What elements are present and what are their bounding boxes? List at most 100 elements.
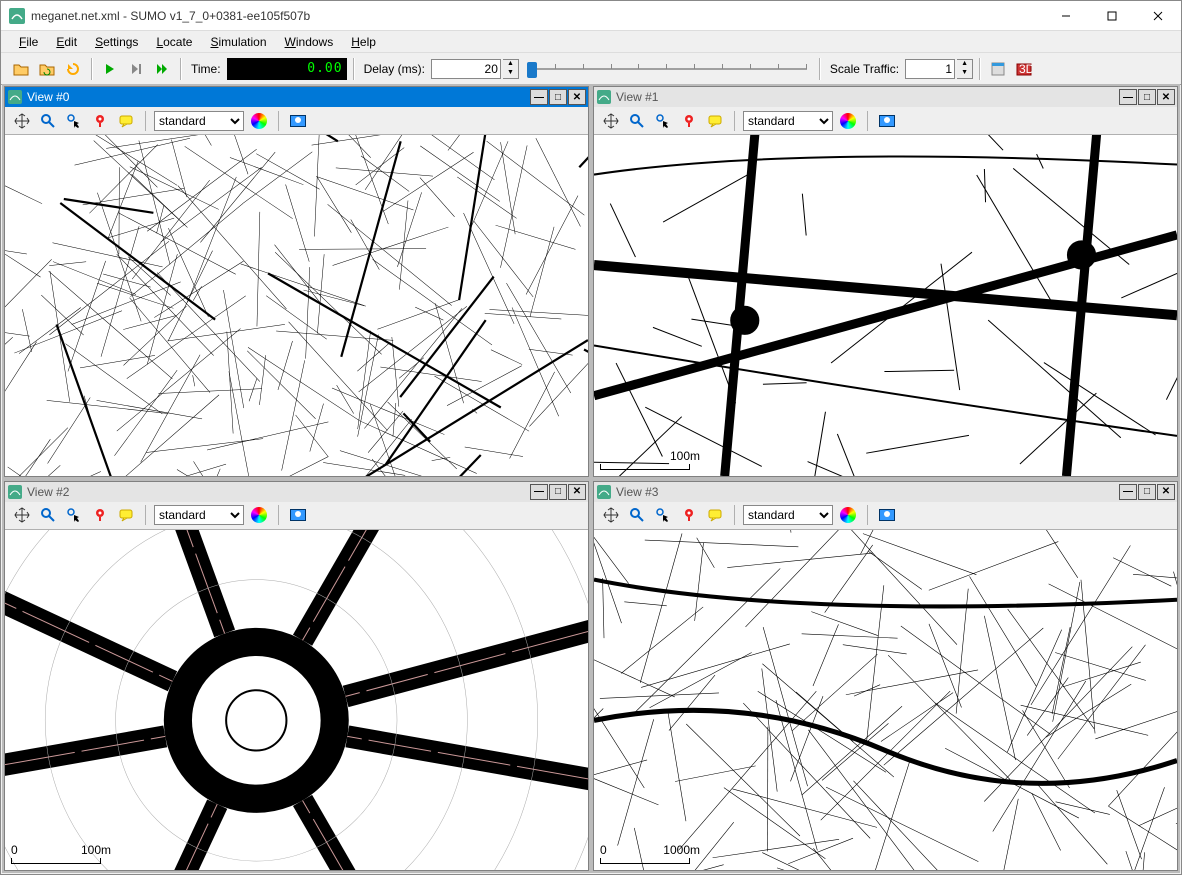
locate-button[interactable]	[678, 110, 700, 132]
menu-file[interactable]: File	[11, 33, 46, 51]
maximize-button[interactable]	[1089, 1, 1135, 30]
map-canvas[interactable]: 0100m	[5, 530, 588, 871]
color-scheme-select[interactable]: standard	[154, 505, 244, 525]
sumo-icon	[596, 89, 612, 105]
view-minimize-button[interactable]: —	[1119, 484, 1137, 500]
view-minimize-button[interactable]: —	[530, 89, 548, 105]
color-wheel-button[interactable]	[837, 504, 859, 526]
play-button[interactable]	[98, 57, 122, 81]
window-titlebar: meganet.net.xml - SUMO v1_7_0+0381-ee105…	[1, 1, 1181, 31]
step-button[interactable]	[124, 57, 148, 81]
locate-button[interactable]	[89, 504, 111, 526]
recenter-button[interactable]	[11, 504, 33, 526]
view-maximize-button[interactable]: □	[549, 89, 567, 105]
view-close-button[interactable]: ✕	[1157, 484, 1175, 500]
zoom-button[interactable]	[626, 110, 648, 132]
locate-button[interactable]	[89, 110, 111, 132]
screenshot-button[interactable]	[287, 110, 309, 132]
recenter-button[interactable]	[600, 504, 622, 526]
view-pane-0: View #0 — □ ✕ standard	[4, 86, 589, 477]
scale-traffic-spinner[interactable]: ▲▼	[957, 59, 973, 79]
color-scheme-select[interactable]: standard	[743, 505, 833, 525]
window-title: meganet.net.xml - SUMO v1_7_0+0381-ee105…	[31, 9, 1043, 23]
view-titlebar[interactable]: View #3 — □ ✕	[594, 482, 1177, 502]
view-minimize-button[interactable]: —	[1119, 89, 1137, 105]
reload-button[interactable]	[61, 57, 85, 81]
view-maximize-button[interactable]: □	[1138, 484, 1156, 500]
color-wheel-button[interactable]	[248, 110, 270, 132]
reload-network-button[interactable]	[35, 57, 59, 81]
view-title: View #0	[27, 90, 529, 104]
map-canvas[interactable]: 100m	[594, 135, 1177, 476]
zoom-button[interactable]	[37, 504, 59, 526]
fast-forward-button[interactable]	[150, 57, 174, 81]
menu-help[interactable]: Help	[343, 33, 384, 51]
sumo-icon	[7, 484, 23, 500]
main-toolbar: Time: 0.00 Delay (ms): ▲▼ Scale Traffic:…	[1, 53, 1181, 85]
sumo-icon	[7, 89, 23, 105]
color-scheme-select[interactable]: standard	[154, 111, 244, 131]
minimize-button[interactable]	[1043, 1, 1089, 30]
select-button[interactable]	[652, 504, 674, 526]
color-wheel-button[interactable]	[248, 504, 270, 526]
scale-bar: 01000m	[600, 843, 700, 864]
view-toolbar: standard	[594, 502, 1177, 530]
menubar: File Edit Settings Locate Simulation Win…	[1, 31, 1181, 53]
view-minimize-button[interactable]: —	[530, 484, 548, 500]
view-pane-3: View #3 — □ ✕ standard 01000m	[593, 481, 1178, 872]
view-settings-button[interactable]	[986, 57, 1010, 81]
view-close-button[interactable]: ✕	[568, 89, 586, 105]
select-button[interactable]	[63, 504, 85, 526]
screenshot-button[interactable]	[876, 504, 898, 526]
window-controls	[1043, 1, 1181, 30]
view-toolbar: standard	[5, 502, 588, 530]
select-button[interactable]	[652, 110, 674, 132]
map-canvas[interactable]	[5, 135, 588, 476]
view-maximize-button[interactable]: □	[1138, 89, 1156, 105]
view-3d-button[interactable]: 3D	[1012, 57, 1036, 81]
view-title: View #1	[616, 90, 1118, 104]
menu-edit[interactable]: Edit	[48, 33, 85, 51]
time-display: 0.00	[227, 58, 347, 80]
view-title: View #2	[27, 485, 529, 499]
map-canvas[interactable]: 01000m	[594, 530, 1177, 871]
zoom-button[interactable]	[37, 110, 59, 132]
zoom-button[interactable]	[626, 504, 648, 526]
view-toolbar: standard	[5, 107, 588, 135]
menu-settings[interactable]: Settings	[87, 33, 146, 51]
tooltip-button[interactable]	[704, 110, 726, 132]
recenter-button[interactable]	[11, 110, 33, 132]
view-close-button[interactable]: ✕	[1157, 89, 1175, 105]
close-button[interactable]	[1135, 1, 1181, 30]
select-button[interactable]	[63, 110, 85, 132]
menu-simulation[interactable]: Simulation	[202, 33, 274, 51]
menu-locate[interactable]: Locate	[148, 33, 200, 51]
recenter-button[interactable]	[600, 110, 622, 132]
delay-label: Delay (ms):	[364, 62, 425, 76]
delay-input[interactable]	[431, 59, 501, 79]
svg-text:3D: 3D	[1019, 62, 1032, 76]
tooltip-button[interactable]	[115, 110, 137, 132]
open-button[interactable]	[9, 57, 33, 81]
screenshot-button[interactable]	[876, 110, 898, 132]
delay-spinner[interactable]: ▲▼	[503, 59, 519, 79]
time-label: Time:	[191, 62, 221, 76]
sumo-icon	[596, 484, 612, 500]
view-maximize-button[interactable]: □	[549, 484, 567, 500]
scale-traffic-label: Scale Traffic:	[830, 62, 899, 76]
tooltip-button[interactable]	[115, 504, 137, 526]
tooltip-button[interactable]	[704, 504, 726, 526]
scale-bar: 0100m	[11, 843, 111, 864]
color-wheel-button[interactable]	[837, 110, 859, 132]
delay-slider[interactable]	[527, 60, 807, 78]
view-titlebar[interactable]: View #0 — □ ✕	[5, 87, 588, 107]
locate-button[interactable]	[678, 504, 700, 526]
color-scheme-select[interactable]: standard	[743, 111, 833, 131]
scale-traffic-input[interactable]	[905, 59, 955, 79]
workspace: View #0 — □ ✕ standard View #1	[2, 84, 1180, 873]
menu-windows[interactable]: Windows	[277, 33, 342, 51]
view-close-button[interactable]: ✕	[568, 484, 586, 500]
screenshot-button[interactable]	[287, 504, 309, 526]
view-titlebar[interactable]: View #1 — □ ✕	[594, 87, 1177, 107]
view-titlebar[interactable]: View #2 — □ ✕	[5, 482, 588, 502]
